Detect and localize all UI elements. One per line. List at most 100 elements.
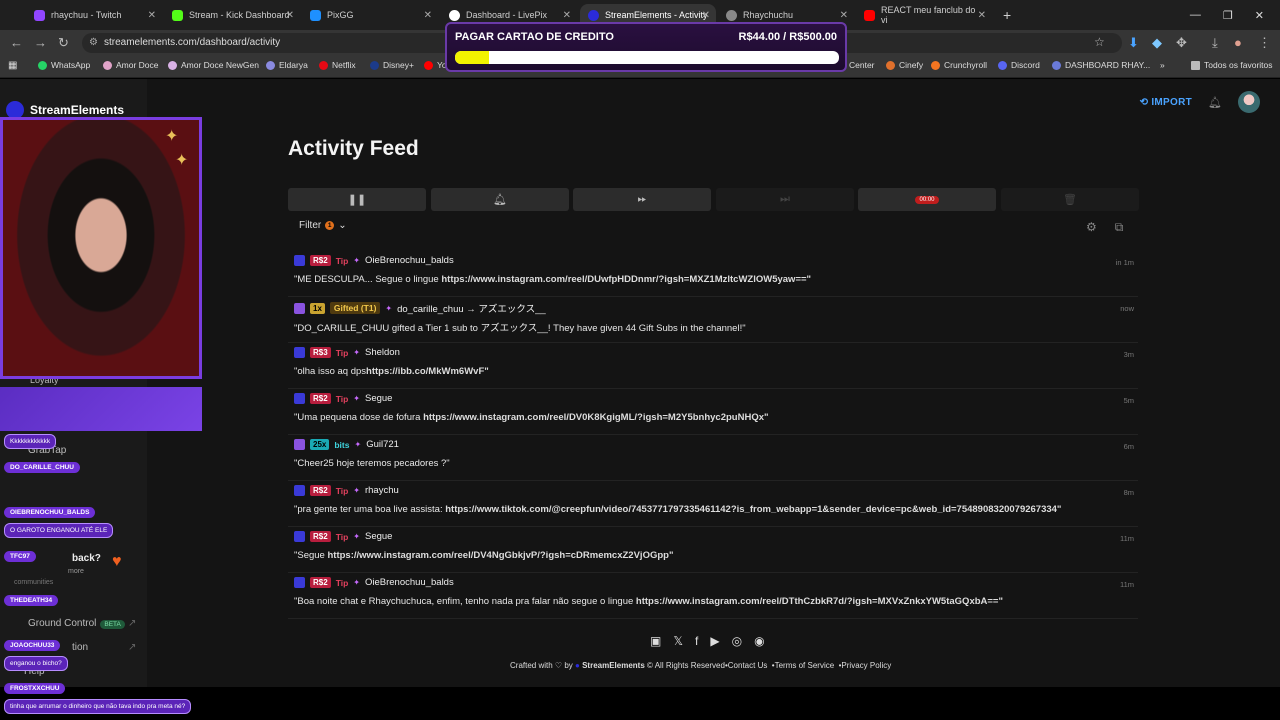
minimize-icon[interactable]: — [1190, 9, 1201, 21]
extensions-puzzle-icon[interactable]: ✥ [1176, 35, 1187, 51]
bookmark-youtube[interactable]: Yo [424, 60, 447, 70]
chat-message: OIEBRENOCHUU_BALDS O GAROTO ENGANOU ATÉ E… [4, 501, 114, 538]
close-window-icon[interactable]: ✕ [1255, 9, 1264, 22]
external-link-icon[interactable]: ↗ [128, 618, 136, 629]
feed-username[interactable]: do_carille_chuu → アズエックス__ [397, 301, 546, 315]
apps-grid-icon[interactable]: ▦ [8, 60, 17, 71]
feed-link[interactable]: https://www.instagram.com/reel/DUwfpHDDn… [441, 274, 811, 285]
new-tab-button[interactable]: + [995, 4, 1015, 26]
feed-username[interactable]: Segue [365, 393, 392, 404]
twitch-platform-icon [294, 302, 305, 314]
bookmark-disney[interactable]: Disney+ [370, 60, 414, 70]
tab-youtube[interactable]: REACT meu fanclub do vi ✕ [856, 4, 992, 26]
downloads-icon[interactable]: ⤓ [1212, 35, 1218, 51]
close-tab-icon[interactable]: ✕ [702, 10, 710, 21]
extension-shield-icon[interactable]: ◆ [1152, 35, 1162, 51]
back-arrow-icon[interactable]: ← [10, 35, 23, 50]
feed-username[interactable]: OieBrenochuu_balds [365, 577, 454, 588]
all-bookmarks[interactable]: Todos os favoritos [1191, 60, 1273, 70]
pause-button[interactable]: ❚❚ [288, 188, 426, 211]
close-tab-icon[interactable]: ✕ [840, 10, 848, 21]
feed-link[interactable]: https://www.instagram.com/reel/DV0K8Kgig… [423, 412, 768, 423]
bookmark-amor-doce-newgen[interactable]: Amor Doce NewGen [168, 60, 259, 70]
feed-link[interactable]: https://www.instagram.com/reel/DV4NgGbkj… [327, 550, 673, 561]
bookmarks-overflow-chevron-icon[interactable]: » [1160, 60, 1165, 70]
disney-icon [370, 60, 379, 70]
bookmark-discord[interactable]: Discord [998, 60, 1040, 70]
close-tab-icon[interactable]: ✕ [286, 10, 294, 21]
import-icon: ⟲ [1139, 96, 1152, 108]
feed-link[interactable]: https://www.instagram.com/reel/DTthCzbkR… [636, 596, 1003, 607]
facebook-icon[interactable]: f [695, 634, 698, 648]
sidebar-item-tion[interactable]: tion [72, 642, 88, 653]
bookmark-crunchyroll[interactable]: Crunchyroll [931, 60, 987, 70]
contact-link[interactable]: •Contact Us [725, 661, 767, 670]
feed-username[interactable]: Segue [365, 531, 392, 542]
timer-button[interactable]: 00:00 [858, 188, 996, 211]
bookmark-center[interactable]: Center [849, 60, 875, 70]
import-button[interactable]: ⟲ IMPORT [1140, 97, 1192, 108]
feed-username[interactable]: rhaychu [365, 485, 399, 496]
promo-more-link[interactable]: more [68, 568, 84, 575]
user-avatar[interactable] [1238, 91, 1260, 113]
privacy-link[interactable]: •Privacy Policy [839, 661, 892, 670]
feed-item[interactable]: 1x Gifted (T1) ✦ do_carille_chuu → アズエックス__… [288, 297, 1138, 343]
external-link-icon[interactable]: ↗ [128, 642, 136, 653]
feed-item-header: R$2 Tip ✦ Segue [294, 531, 392, 542]
x-twitter-icon[interactable]: 𝕏 [673, 634, 683, 648]
close-tab-icon[interactable]: ✕ [978, 10, 986, 21]
bookmark-dashboard[interactable]: DASHBOARD RHAY... [1052, 60, 1150, 70]
feed-link[interactable]: https://ibb.co/MkWm6WvF" [366, 366, 489, 377]
feed-item[interactable]: R$3 Tip ✦ Sheldon "olha isso aq dpshttps://i… [288, 343, 1138, 389]
skip-button[interactable]: ⏩︎ [573, 188, 711, 211]
feed-username[interactable]: Sheldon [365, 347, 400, 358]
settings-gear-icon[interactable]: ⚙ [1086, 220, 1097, 235]
notifications-bell-icon[interactable]: 🔔︎ [1208, 96, 1222, 109]
feed-message: "Cheer25 hoje teremos pecadores ?" [294, 458, 450, 469]
feed-item[interactable]: R$2 Tip ✦ OieBrenochuu_balds "Boa noite chat… [288, 573, 1138, 619]
bookmark-whatsapp[interactable]: WhatsApp [38, 60, 90, 70]
skip-next-button[interactable]: ⏭︎ [716, 188, 854, 211]
feed-username[interactable]: OieBrenochuu_balds [365, 255, 454, 266]
feed-item[interactable]: R$2 Tip ✦ Segue "Uma pequena dose de fofura … [288, 389, 1138, 435]
feed-username[interactable]: Guil721 [366, 439, 399, 450]
terms-link[interactable]: •Terms of Service [772, 661, 834, 670]
bookmark-cinefy[interactable]: Cinefy [886, 60, 923, 70]
clear-button[interactable]: 🗑︎ [1001, 188, 1139, 211]
chat-message: FROSTXXCHUU tinha que arrumar o dinheiro … [4, 677, 209, 714]
filter-dropdown[interactable]: Filter 1 ⌄ [299, 220, 347, 231]
sidebar-item-ground-control[interactable]: Ground Control BETA [28, 618, 125, 629]
feed-item[interactable]: 25x bits ✦ Guil721 "Cheer25 hoje teremos pec… [288, 435, 1138, 481]
twitch-icon[interactable]: ▣ [650, 634, 661, 648]
feed-time: now [1120, 304, 1134, 313]
bookmark-eldarya[interactable]: Eldarya [266, 60, 308, 70]
site-info-icon[interactable]: ⚙ [89, 33, 98, 53]
folder-icon [1191, 60, 1200, 70]
extension-download-icon[interactable]: ⬇ [1128, 35, 1139, 51]
feed-type: Tip [335, 393, 349, 404]
user-icon: ✦ [385, 303, 393, 313]
bookmark-amor-doce[interactable]: Amor Doce [103, 60, 159, 70]
discord-icon[interactable]: ◉ [754, 634, 764, 648]
feed-item[interactable]: R$2 Tip ✦ rhaychu "pra gente ter uma boa liv… [288, 481, 1138, 527]
profile-avatar-icon[interactable]: ● [1234, 35, 1242, 50]
tab-twitch[interactable]: rhaychuu - Twitch ✕ [26, 4, 162, 26]
close-tab-icon[interactable]: ✕ [563, 10, 571, 21]
feed-item[interactable]: R$2 Tip ✦ Segue "Segue https://www.instagram… [288, 527, 1138, 573]
maximize-icon[interactable]: ❐ [1223, 9, 1233, 22]
bookmark-netflix[interactable]: Netflix [319, 60, 356, 70]
youtube-icon[interactable]: ▶ [710, 634, 719, 648]
popout-icon[interactable]: ⧉ [1115, 220, 1124, 235]
close-tab-icon[interactable]: ✕ [148, 10, 156, 21]
feed-item[interactable]: R$2 Tip ✦ OieBrenochuu_balds "ME DESCULPA...… [288, 251, 1138, 297]
reload-icon[interactable]: ↻ [58, 35, 69, 51]
tab-kick[interactable]: Stream - Kick Dashboard ✕ [164, 4, 300, 26]
tab-pixgg[interactable]: PixGG ✕ [302, 4, 438, 26]
mute-alerts-button[interactable]: 🔔︎ [431, 188, 569, 211]
bookmark-star-icon[interactable]: ☆ [1094, 35, 1105, 49]
browser-menu-icon[interactable]: ⋮ [1258, 35, 1271, 51]
instagram-icon[interactable]: ◎ [732, 634, 742, 648]
feed-link[interactable]: https://www.tiktok.com/@creepfun/video/7… [445, 504, 1061, 515]
forward-arrow-icon[interactable]: → [34, 35, 47, 50]
close-tab-icon[interactable]: ✕ [424, 10, 432, 21]
